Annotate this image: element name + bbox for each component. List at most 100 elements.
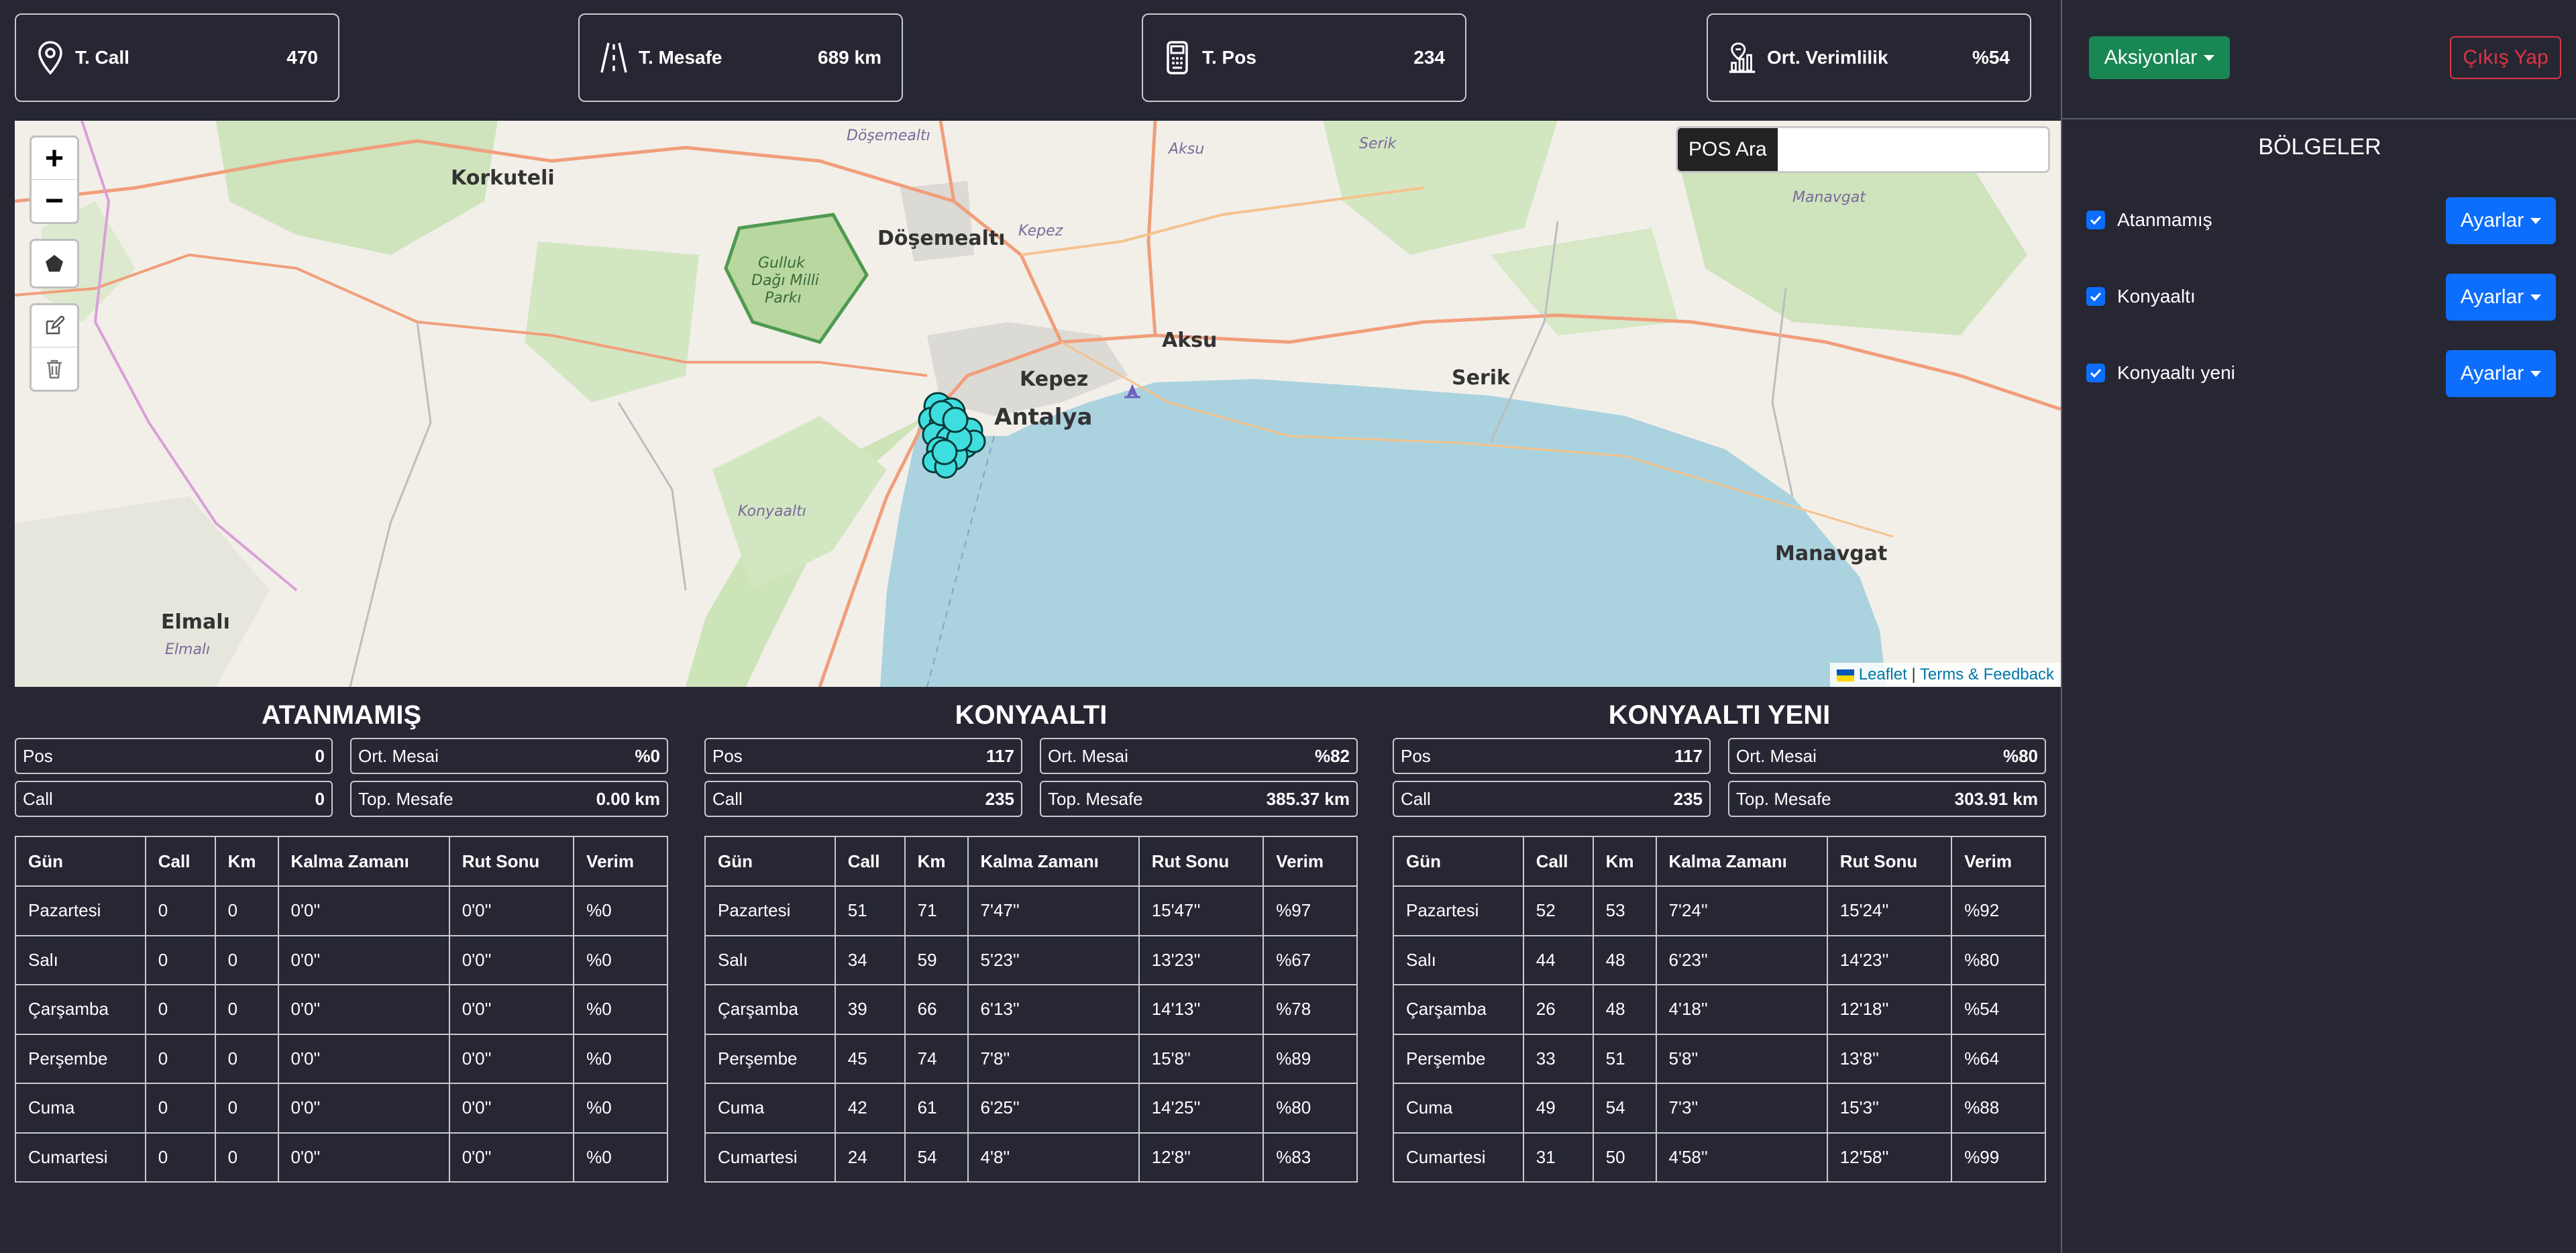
draw-polygon-button[interactable] (30, 239, 79, 288)
table-cell: 4'58'' (1655, 1132, 1828, 1183)
delete-layers-button[interactable] (32, 347, 77, 390)
table-cell: Cuma (704, 1083, 836, 1134)
mesai-stat: Ort. Mesai %0 (350, 738, 668, 774)
table-row: Cuma 49 54 7'3'' 15'3'' %88 (1393, 1083, 2046, 1134)
table-cell: %89 (1263, 1033, 1358, 1084)
table-cell: 0'0'' (277, 1132, 450, 1183)
region-checkbox[interactable] (2086, 287, 2105, 306)
table-cell: %0 (573, 934, 668, 985)
call-stat: Call 235 (704, 781, 1022, 817)
table-cell: 15'8'' (1138, 1033, 1265, 1084)
table-cell: %83 (1263, 1132, 1358, 1183)
road-icon (598, 40, 629, 75)
column-header: Kalma Zamanı (277, 836, 450, 887)
region-checkbox[interactable] (2086, 364, 2105, 382)
region-label: Konyaaltı (2117, 286, 2196, 307)
mesafe-stat: Top. Mesafe 0.00 km (350, 781, 668, 817)
column-header: Gün (15, 836, 146, 887)
edit-control (30, 303, 79, 392)
table-cell: Pazartesi (704, 885, 836, 936)
map-label: Serik (1359, 135, 1397, 152)
actions-dropdown-button[interactable]: Aksiyonlar (2089, 36, 2230, 79)
edit-layers-button[interactable] (32, 305, 77, 347)
map-label: Kepez (1020, 368, 1089, 391)
logout-button[interactable]: Çıkış Yap (2450, 36, 2561, 79)
mesai-stat: Ort. Mesai %80 (1728, 738, 2046, 774)
table-cell: Cumartesi (1393, 1132, 1524, 1183)
table-cell: %88 (1951, 1083, 2046, 1134)
column-header: Verim (1951, 836, 2046, 887)
map-view[interactable]: Korkuteli Döşemealtı Döşemealtı Kepez Ke… (15, 121, 2061, 687)
zoom-out-button[interactable]: − (32, 180, 77, 222)
table-cell: %80 (1951, 934, 2046, 985)
stat-label: Ort. Verimlilik (1767, 47, 1888, 68)
table-cell: 6'25'' (967, 1083, 1140, 1134)
table-cell: 48 (1592, 934, 1657, 985)
attribution-separator: | (1911, 665, 1916, 684)
table-row: Cuma 42 61 6'25'' 14'25'' %80 (704, 1083, 1358, 1134)
table-cell: 4'18'' (1655, 984, 1828, 1035)
column-header: Rut Sonu (1826, 836, 1953, 887)
region-settings-button[interactable]: Ayarlar (2446, 274, 2556, 321)
table-cell: 14'25'' (1138, 1083, 1265, 1134)
table-cell: %0 (573, 1132, 668, 1183)
terms-link[interactable]: Terms & Feedback (1920, 665, 2054, 684)
kv-label: Ort. Mesai (1736, 745, 1817, 766)
kv-value: 117 (986, 745, 1014, 766)
table-cell: 4'8'' (967, 1132, 1140, 1183)
region-settings-button[interactable]: Ayarlar (2446, 197, 2556, 244)
table-cell: 13'23'' (1138, 934, 1265, 985)
table-cell: %0 (573, 984, 668, 1035)
table-cell: %0 (573, 885, 668, 936)
table-cell: Perşembe (704, 1033, 836, 1084)
region-settings-button[interactable]: Ayarlar (2446, 350, 2556, 397)
table-cell: 44 (1522, 934, 1594, 985)
map-label: Gulluk (758, 255, 805, 272)
pos-markers[interactable] (916, 388, 1010, 482)
table-cell: 49 (1522, 1083, 1594, 1134)
zoom-in-button[interactable]: + (32, 138, 77, 180)
check-icon (2090, 215, 2102, 225)
table-row: Perşembe 45 74 7'8'' 15'8'' %89 (704, 1033, 1358, 1084)
table-cell: 7'24'' (1655, 885, 1828, 936)
region-label: Konyaaltı yeni (2117, 362, 2235, 383)
check-icon (2090, 368, 2102, 378)
table-row: Perşembe 33 51 5'8'' 13'8'' %64 (1393, 1033, 2046, 1084)
table-row: Salı 0 0 0'0'' 0'0'' %0 (15, 934, 668, 985)
settings-label: Ayarlar (2460, 209, 2524, 231)
table-cell: Cumartesi (704, 1132, 836, 1183)
table-cell: 0'0'' (277, 1033, 450, 1084)
table-cell: 0 (214, 934, 279, 985)
region-panel-atanmamis: ATANMAMIŞ Pos 0 Ort. Mesai %0 Call 0 Top. M… (15, 695, 668, 1183)
table-cell: 12'18'' (1826, 984, 1953, 1035)
table-row: Pazartesi 51 71 7'47'' 15'47'' %97 (704, 885, 1358, 936)
caret-down-icon (2530, 294, 2542, 301)
caret-down-icon (2530, 370, 2542, 377)
table-cell: %78 (1263, 984, 1358, 1035)
table-cell: 0'0'' (277, 934, 450, 985)
map-label: Aksu (1169, 141, 1205, 158)
sidebar-header: Aksiyonlar Çıkış Yap (2062, 0, 2576, 119)
table-cell: 0'0'' (277, 1083, 450, 1134)
leaflet-link[interactable]: Leaflet (1859, 665, 1907, 684)
pos-search-label: POS Ara (1678, 128, 1778, 171)
table-cell: Cumartesi (15, 1132, 146, 1183)
days-table: Gün Call Km Kalma Zamanı Rut Sonu Verim Pazart… (15, 836, 668, 1183)
ukraine-flag-icon (1837, 669, 1855, 682)
actions-label: Aksiyonlar (2104, 46, 2198, 68)
stat-card-pos: T. Pos 234 (1142, 13, 1466, 102)
table-cell: 0 (214, 885, 279, 936)
table-cell: 0 (214, 1083, 279, 1134)
table-cell: 7'8'' (967, 1033, 1140, 1084)
stat-card-efficiency: Ort. Verimlilik %54 (1707, 13, 2031, 102)
panel-title: KONYAALTI (955, 700, 1108, 730)
table-cell: 0'0'' (448, 1083, 575, 1134)
region-checkbox[interactable] (2086, 211, 2105, 229)
table-cell: Salı (15, 934, 146, 985)
mesai-stat: Ort. Mesai %82 (1040, 738, 1358, 774)
table-cell: 31 (1522, 1132, 1594, 1183)
region-label: Atanmamış (2117, 209, 2212, 230)
stat-label: T. Pos (1202, 47, 1256, 68)
pos-search-input[interactable] (1777, 128, 2048, 171)
caret-down-icon (2204, 54, 2215, 61)
